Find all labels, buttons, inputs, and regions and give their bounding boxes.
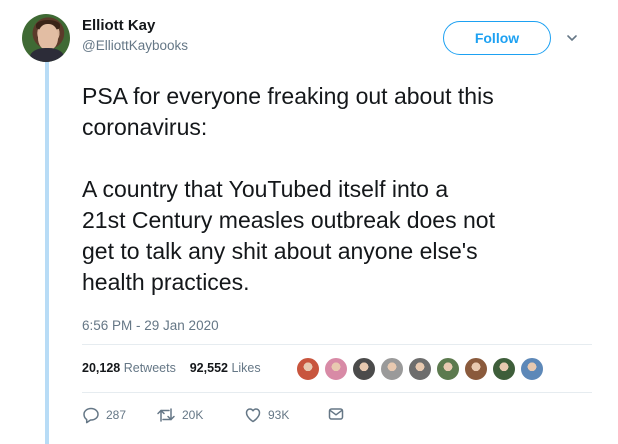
liker-avatar[interactable] [492,357,516,381]
heart-icon [245,408,261,423]
engagement-stats: 20,128 Retweets 92,552 Likes [82,361,261,375]
like-action[interactable]: 93K [244,406,289,424]
avatar[interactable] [22,14,70,62]
liker-avatar[interactable] [408,357,432,381]
liker-avatar[interactable] [380,357,404,381]
tweet-timestamp[interactable]: 6:56 PM - 29 Jan 2020 [82,318,219,333]
liker-avatar[interactable] [296,357,320,381]
thread-line [45,62,49,444]
chevron-down-icon[interactable] [566,32,578,44]
retweets-stat[interactable]: 20,128 Retweets [82,361,176,375]
user-name[interactable]: Elliott Kay [82,17,155,34]
tweet-text: PSA for everyone freaking out about this… [82,83,495,295]
follow-button[interactable]: Follow [443,21,551,55]
reply-count: 287 [106,408,127,422]
liker-avatar[interactable] [436,357,460,381]
retweet-count: 20K [182,408,204,422]
likes-count: 92,552 [189,361,228,375]
retweets-count: 20,128 [82,361,121,375]
likes-label: Likes [231,361,261,375]
retweet-action[interactable]: 20K [156,406,203,424]
divider [82,344,592,345]
reply-icon [83,407,99,424]
user-handle[interactable]: @ElliottKaybooks [82,38,188,53]
like-count: 93K [268,408,290,422]
retweet-icon [157,408,175,422]
retweets-label: Retweets [123,361,176,375]
reply-action[interactable]: 287 [82,406,126,424]
liker-avatar[interactable] [324,357,348,381]
message-action[interactable] [328,406,344,422]
liker-avatar[interactable] [352,357,376,381]
likes-stat[interactable]: 92,552 Likes [190,361,261,375]
envelope-icon [328,408,344,420]
liker-avatar[interactable] [464,357,488,381]
liker-avatar[interactable] [520,357,544,381]
divider [82,392,592,393]
